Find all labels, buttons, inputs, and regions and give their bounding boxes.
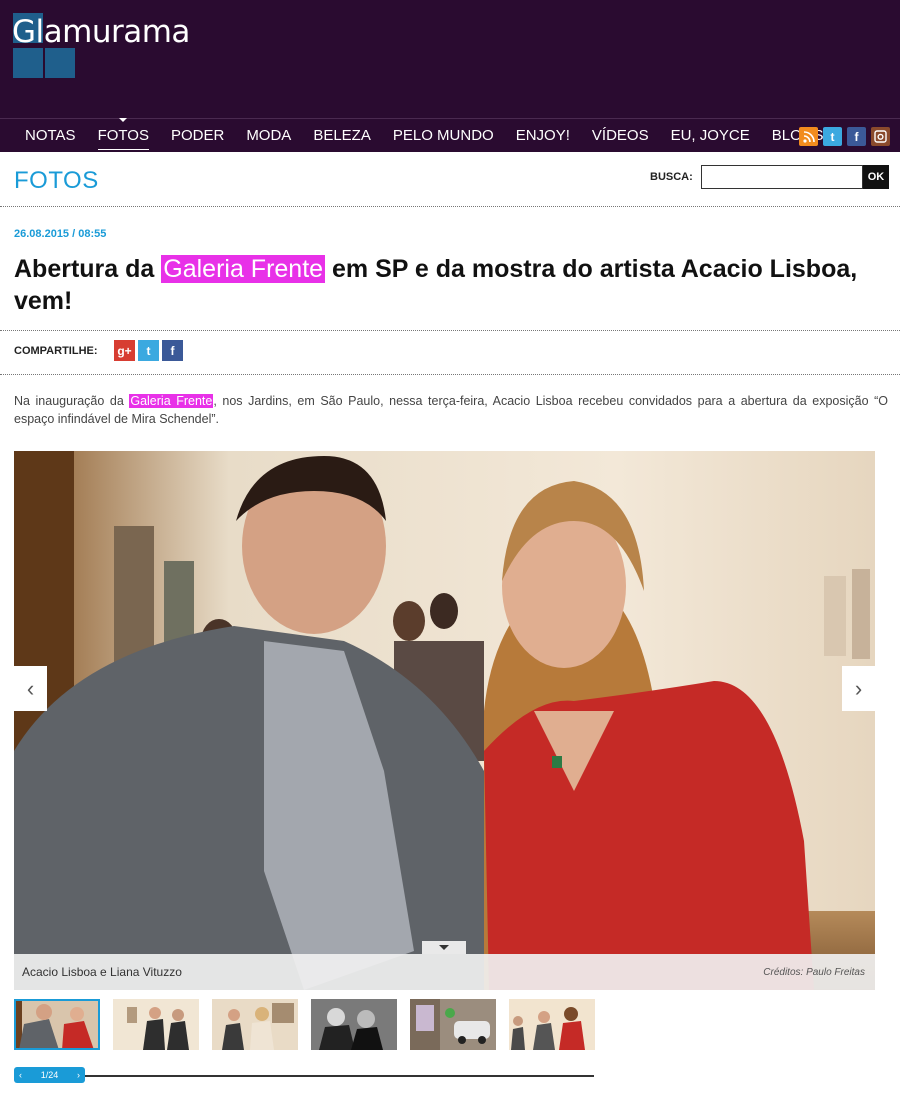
nav-item-notas[interactable]: NOTAS bbox=[14, 119, 87, 153]
search-button[interactable]: OK bbox=[863, 165, 889, 189]
logo-square bbox=[45, 48, 75, 78]
facebook-icon[interactable]: f bbox=[162, 340, 183, 361]
section-title: FOTOS bbox=[14, 167, 99, 194]
pager-prev-button[interactable]: ‹ bbox=[19, 1070, 22, 1080]
caption-bar: Acacio Lisboa e Liana Vituzzo Créditos: … bbox=[14, 954, 875, 990]
chevron-right-icon: › bbox=[854, 675, 863, 701]
nav-item-vídeos[interactable]: VÍDEOS bbox=[581, 119, 660, 153]
nav-item-pelo-mundo[interactable]: PELO MUNDO bbox=[382, 119, 505, 153]
share-buttons: g+ t f bbox=[114, 340, 183, 361]
nav-items: NOTAS FOTOS PODER MODA BELEZA PELO MUNDO ENJOY… bbox=[14, 118, 834, 153]
photo-credits: Créditos: Paulo Freitas bbox=[763, 967, 865, 978]
instagram-icon[interactable] bbox=[871, 127, 890, 146]
thumbnail[interactable] bbox=[311, 999, 397, 1050]
divider bbox=[0, 374, 900, 375]
search-label: BUSCA: bbox=[650, 171, 693, 183]
thumbnail[interactable] bbox=[14, 999, 100, 1050]
nav-item-eu-joyce[interactable]: EU, JOYCE bbox=[660, 119, 761, 153]
nav-item-poder[interactable]: PODER bbox=[160, 119, 235, 153]
thumbnail[interactable] bbox=[410, 999, 496, 1050]
photo-illustration bbox=[14, 451, 875, 990]
body-highlight-link[interactable]: Galeria Frente bbox=[129, 394, 214, 408]
article-body: Na inauguração da Galeria Frente, nos Ja… bbox=[14, 394, 888, 426]
facebook-icon[interactable]: f bbox=[847, 127, 866, 146]
gallery-next-button[interactable]: › bbox=[842, 666, 875, 711]
share-label: COMPARTILHE: bbox=[14, 345, 98, 357]
logo-square bbox=[13, 48, 43, 78]
nav-item-enjoy[interactable]: ENJOY! bbox=[505, 119, 581, 153]
headline-highlight-link[interactable]: Galeria Frente bbox=[161, 255, 326, 283]
thumbnail[interactable] bbox=[212, 999, 298, 1050]
divider bbox=[0, 206, 900, 207]
site-logo[interactable]: Glamurama bbox=[12, 14, 190, 50]
nav-item-beleza[interactable]: BELEZA bbox=[302, 119, 382, 153]
site-header: Glamurama bbox=[0, 0, 900, 118]
thumbnail-strip bbox=[14, 999, 595, 1050]
pager-scroll-track[interactable] bbox=[85, 1075, 594, 1077]
rss-icon[interactable] bbox=[799, 127, 818, 146]
thumbnail[interactable] bbox=[509, 999, 595, 1050]
nav-item-fotos[interactable]: FOTOS bbox=[87, 118, 160, 153]
divider bbox=[0, 330, 900, 331]
gallery-prev-button[interactable]: ‹ bbox=[14, 666, 47, 711]
chevron-left-icon: ‹ bbox=[26, 675, 35, 701]
twitter-icon[interactable]: t bbox=[138, 340, 159, 361]
article-headline: Abertura da Galeria Frente em SP e da mo… bbox=[14, 255, 858, 315]
google-plus-icon[interactable]: g+ bbox=[114, 340, 135, 361]
twitter-icon[interactable]: t bbox=[823, 127, 842, 146]
thumbnail[interactable] bbox=[113, 999, 199, 1050]
photo-caption: Acacio Lisboa e Liana Vituzzo bbox=[22, 965, 182, 979]
search-input[interactable] bbox=[701, 165, 863, 189]
social-links: t f bbox=[799, 127, 890, 146]
caption-toggle-button[interactable] bbox=[422, 941, 466, 954]
pager-count: 1/24 bbox=[40, 1070, 59, 1080]
caret-down-icon bbox=[439, 945, 449, 950]
main-nav: NOTAS FOTOS PODER MODA BELEZA PELO MUNDO ENJOY… bbox=[0, 118, 900, 152]
gallery-pager: ‹ 1/24 › bbox=[14, 1067, 85, 1083]
nav-item-moda[interactable]: MODA bbox=[235, 119, 302, 153]
pager-next-button[interactable]: › bbox=[77, 1070, 80, 1080]
gallery-photo[interactable]: ‹ › Acacio Lisboa e Liana Vituzzo Crédit… bbox=[14, 451, 875, 990]
article-date: 26.08.2015 / 08:55 bbox=[14, 228, 107, 240]
